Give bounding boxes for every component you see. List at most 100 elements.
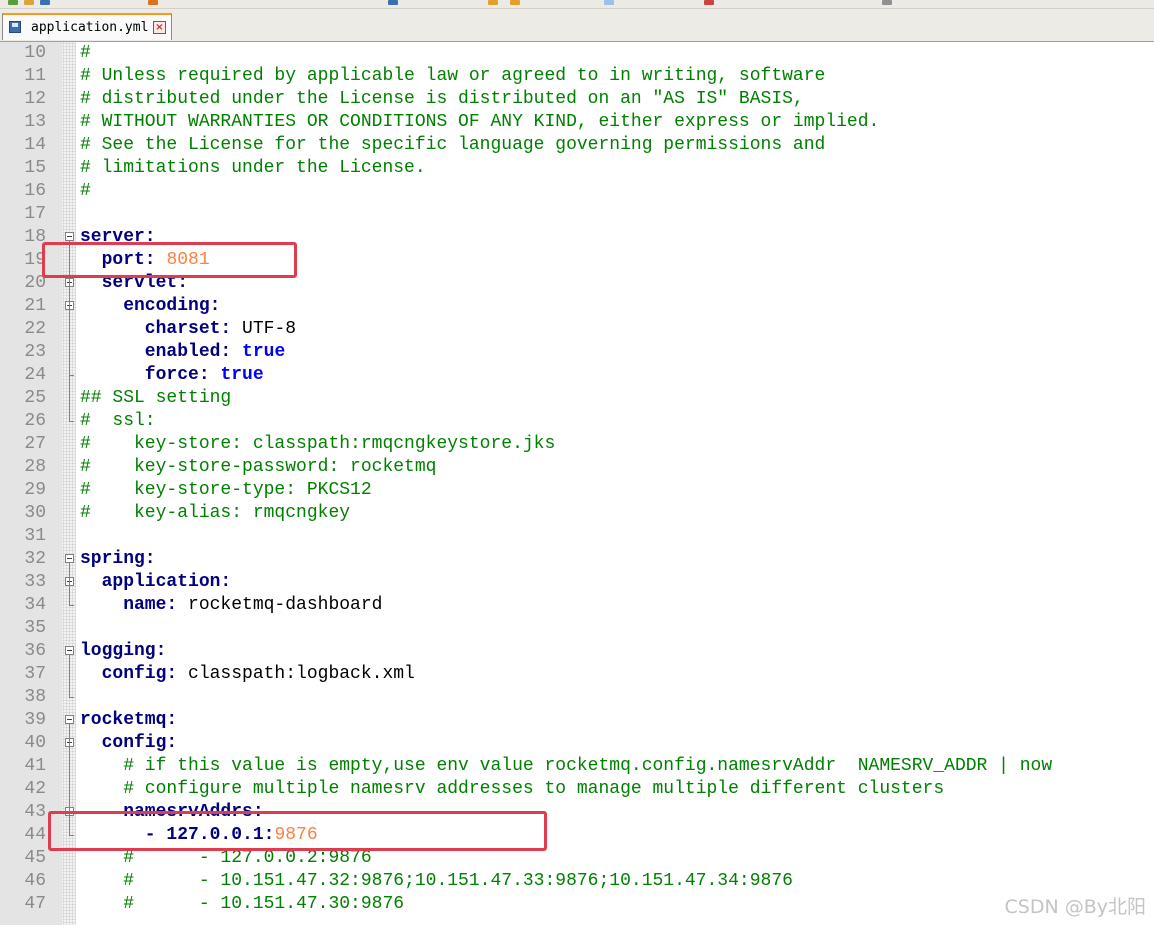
line-number: 28 — [24, 457, 46, 477]
code-token-key: enabled: — [80, 342, 232, 362]
code-text: ## SSL setting — [80, 387, 231, 410]
line-number: 25 — [24, 388, 46, 408]
line-number: 32 — [24, 549, 46, 569]
fold-guide-line — [69, 586, 70, 605]
code-token-bool: true — [242, 342, 286, 362]
fold-guide-line — [69, 310, 70, 375]
code-line[interactable]: 47 # - 10.151.47.30:9876 — [0, 893, 1154, 916]
code-line[interactable]: 15 # limitations under the License. — [0, 157, 1154, 180]
code-token-key: force: — [80, 365, 210, 385]
fold-toggle-icon[interactable] — [65, 232, 74, 241]
code-line[interactable]: 11 # Unless required by applicable law or… — [0, 65, 1154, 88]
open-file-icon[interactable] — [24, 0, 34, 5]
code-line[interactable]: 14 # See the License for the specific lan… — [0, 134, 1154, 157]
save-icon[interactable] — [40, 0, 50, 5]
code-token-comment: # distributed under the License is distr… — [80, 89, 804, 109]
code-token-comment: # - 127.0.0.2:9876 — [80, 848, 372, 868]
code-line[interactable]: 21 encoding: — [0, 295, 1154, 318]
line-number: 42 — [24, 779, 46, 799]
code-line[interactable]: 16 # — [0, 180, 1154, 203]
code-line[interactable]: 41 # if this value is empty,use env valu… — [0, 755, 1154, 778]
code-text: # — [80, 180, 91, 203]
tab-close-icon[interactable]: × — [153, 21, 166, 34]
line-number: 29 — [24, 480, 46, 500]
line-number: 20 — [24, 273, 46, 293]
code-line[interactable]: 22 charset: UTF-8 — [0, 318, 1154, 341]
line-number: 30 — [24, 503, 46, 523]
code-line[interactable]: 46 # - 10.151.47.32:9876;10.151.47.33:98… — [0, 870, 1154, 893]
code-line[interactable]: 42 # configure multiple namesrv addresse… — [0, 778, 1154, 801]
code-line[interactable]: 35 — [0, 617, 1154, 640]
code-text: # key-store: classpath:rmqcngkeystore.jk… — [80, 433, 555, 456]
line-number: 14 — [24, 135, 46, 155]
code-token-key: name: — [80, 595, 178, 615]
code-line[interactable]: 40 config: — [0, 732, 1154, 755]
wrap-icon[interactable] — [604, 0, 614, 5]
code-token-comment: # - 10.151.47.32:9876;10.151.47.33:9876;… — [80, 871, 793, 891]
code-token-key: charset: — [80, 319, 232, 339]
code-line[interactable]: 37 config: classpath:logback.xml — [0, 663, 1154, 686]
code-token-text: UTF-8 — [231, 319, 297, 339]
code-line[interactable]: 32 spring: — [0, 548, 1154, 571]
play-macro-icon[interactable] — [882, 0, 892, 5]
zoom-in-icon[interactable] — [488, 0, 498, 5]
fold-toggle-icon[interactable] — [65, 715, 74, 724]
code-line[interactable]: 39 rocketmq: — [0, 709, 1154, 732]
code-line[interactable]: 12 # distributed under the License is dis… — [0, 88, 1154, 111]
record-macro-icon[interactable] — [704, 0, 714, 5]
line-number: 15 — [24, 158, 46, 178]
floppy-disk-icon — [9, 21, 21, 33]
code-line[interactable]: 26 # ssl: — [0, 410, 1154, 433]
code-line[interactable]: 33 application: — [0, 571, 1154, 594]
code-text: # Unless required by applicable law or a… — [80, 65, 825, 88]
code-token-comment: # configure multiple namesrv addresses t… — [80, 779, 945, 799]
code-line[interactable]: 38 — [0, 686, 1154, 709]
fold-guide-line — [69, 655, 70, 697]
fold-end-marker — [69, 605, 74, 606]
code-line[interactable]: 36 logging: — [0, 640, 1154, 663]
code-line[interactable]: 30 # key-alias: rmqcngkey — [0, 502, 1154, 525]
fold-end-marker — [69, 375, 74, 376]
fold-toggle-icon[interactable] — [65, 646, 74, 655]
line-number: 41 — [24, 756, 46, 776]
code-token-comment: # key-store: classpath:rmqcngkeystore.jk… — [80, 434, 556, 454]
code-line[interactable]: 31 — [0, 525, 1154, 548]
code-token-comment: # ssl: — [80, 411, 156, 431]
code-text: # limitations under the License. — [80, 157, 426, 180]
code-text: config: — [80, 732, 178, 755]
line-number: 38 — [24, 687, 46, 707]
zoom-out-icon[interactable] — [510, 0, 520, 5]
code-line[interactable]: 10 # — [0, 42, 1154, 65]
fold-toggle-icon[interactable] — [65, 554, 74, 563]
code-line[interactable]: 13 # WITHOUT WARRANTIES OR CONDITIONS OF … — [0, 111, 1154, 134]
code-line[interactable]: 28 # key-store-password: rocketmq — [0, 456, 1154, 479]
code-token-bool: true — [220, 365, 264, 385]
code-text: # — [80, 42, 91, 65]
close-icon[interactable] — [148, 0, 158, 5]
code-line[interactable]: 29 # key-store-type: PKCS12 — [0, 479, 1154, 502]
code-line[interactable]: 25 ## SSL setting — [0, 387, 1154, 410]
code-token-text: rocketmq-dashboard — [177, 595, 383, 615]
code-token-comment: # - 10.151.47.30:9876 — [80, 894, 405, 914]
code-line[interactable]: 24 force: true — [0, 364, 1154, 387]
line-number: 13 — [24, 112, 46, 132]
line-number: 44 — [24, 825, 46, 845]
code-text: # - 10.151.47.30:9876 — [80, 893, 404, 916]
find-icon[interactable] — [388, 0, 398, 5]
line-number: 45 — [24, 848, 46, 868]
code-line[interactable]: 17 — [0, 203, 1154, 226]
toolbar — [0, 0, 1154, 9]
line-number: 10 — [24, 43, 46, 63]
new-file-icon[interactable] — [8, 0, 18, 5]
code-line[interactable]: 34 name: rocketmq-dashboard — [0, 594, 1154, 617]
tab-application-yml[interactable]: application.yml × — [2, 13, 172, 40]
line-number: 36 — [24, 641, 46, 661]
line-number: 40 — [24, 733, 46, 753]
code-editor[interactable]: 10 #11 # Unless required by applicable law… — [0, 42, 1154, 925]
line-number: 18 — [24, 227, 46, 247]
fold-end-marker — [69, 697, 74, 698]
code-line[interactable]: 23 enabled: true — [0, 341, 1154, 364]
code-line[interactable]: 27 # key-store: classpath:rmqcngkeystore.… — [0, 433, 1154, 456]
code-text: # See the License for the specific langu… — [80, 134, 825, 157]
